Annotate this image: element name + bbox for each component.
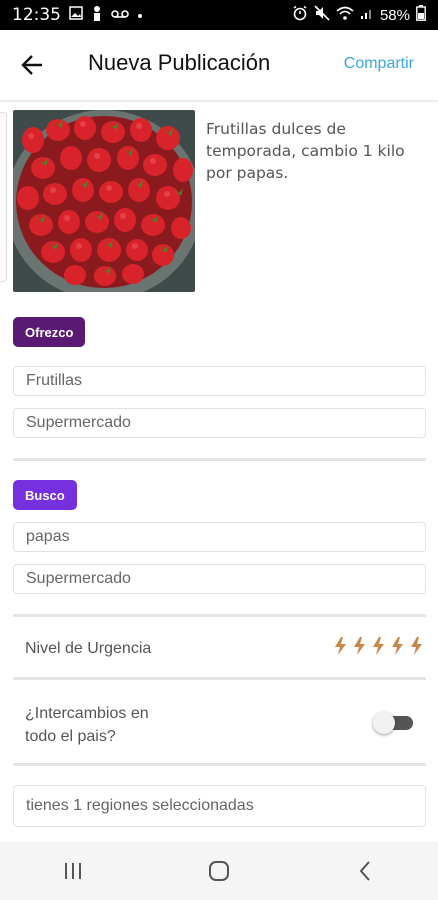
post-description[interactable]: Frutillas dulces de temporada, cambio 1 … <box>206 118 421 184</box>
home-button[interactable] <box>199 851 239 891</box>
urgency-label: Nivel de Urgencia <box>25 640 152 657</box>
offer-category-input[interactable] <box>26 414 425 432</box>
post-photo[interactable] <box>13 110 195 292</box>
gallery-notification-icon <box>69 5 83 25</box>
edge-card <box>0 112 7 282</box>
navigation-bar <box>0 842 438 900</box>
divider <box>13 614 426 617</box>
seek-tag: Busco <box>13 480 77 510</box>
share-button[interactable]: Compartir <box>344 55 414 73</box>
back-nav-button[interactable] <box>345 851 385 891</box>
person-notification-icon <box>91 5 103 26</box>
mute-icon <box>314 5 330 25</box>
battery-level: 58% <box>379 6 410 24</box>
lightning-bolt-icon[interactable] <box>332 636 349 656</box>
battery-icon <box>416 5 426 25</box>
back-button[interactable] <box>20 52 46 78</box>
status-time: 12:35 <box>12 5 61 25</box>
offer-category-field[interactable] <box>13 408 426 438</box>
recent-apps-button[interactable] <box>53 851 93 891</box>
page-title: Nueva Publicación <box>88 50 271 75</box>
lightning-bolt-icon[interactable] <box>389 636 406 656</box>
arrow-left-icon <box>21 55 42 75</box>
app-bar: Nueva Publicación Compartir <box>0 30 438 100</box>
nationwide-label-line2: todo el pais? <box>25 728 116 745</box>
recent-apps-icon <box>65 863 81 879</box>
lightning-bolt-icon[interactable] <box>408 636 425 656</box>
signal-icon <box>360 6 374 24</box>
seek-category-field[interactable] <box>13 564 426 594</box>
divider <box>13 763 426 766</box>
alarm-icon <box>292 5 308 25</box>
urgency-rating[interactable] <box>332 636 425 656</box>
divider <box>13 677 426 680</box>
regions-selector[interactable]: tienes 1 regiones seleccionadas <box>13 785 426 827</box>
home-icon <box>209 861 229 881</box>
lightning-bolt-icon[interactable] <box>370 636 387 656</box>
offer-tag: Ofrezco <box>13 317 86 347</box>
nationwide-toggle[interactable] <box>373 712 413 734</box>
lightning-bolt-icon[interactable] <box>351 636 368 656</box>
offer-item-input[interactable] <box>26 372 425 390</box>
strawberries-image <box>13 110 195 292</box>
offer-item-field[interactable] <box>13 366 426 396</box>
nationwide-label: ¿Intercambios en todo el pais? <box>25 702 149 748</box>
chevron-left-icon <box>359 861 370 881</box>
status-bar: 12:35 58% <box>0 0 438 30</box>
nationwide-label-line1: ¿Intercambios en <box>25 705 149 722</box>
voicemail-icon <box>111 6 129 24</box>
seek-category-input[interactable] <box>26 570 425 588</box>
regions-text: tienes 1 regiones seleccionadas <box>26 797 254 814</box>
seek-item-input[interactable] <box>26 528 425 546</box>
divider <box>13 458 426 461</box>
dot-icon <box>137 6 143 24</box>
toggle-thumb <box>373 712 395 734</box>
seek-item-field[interactable] <box>13 522 426 552</box>
wifi-icon <box>336 6 354 24</box>
